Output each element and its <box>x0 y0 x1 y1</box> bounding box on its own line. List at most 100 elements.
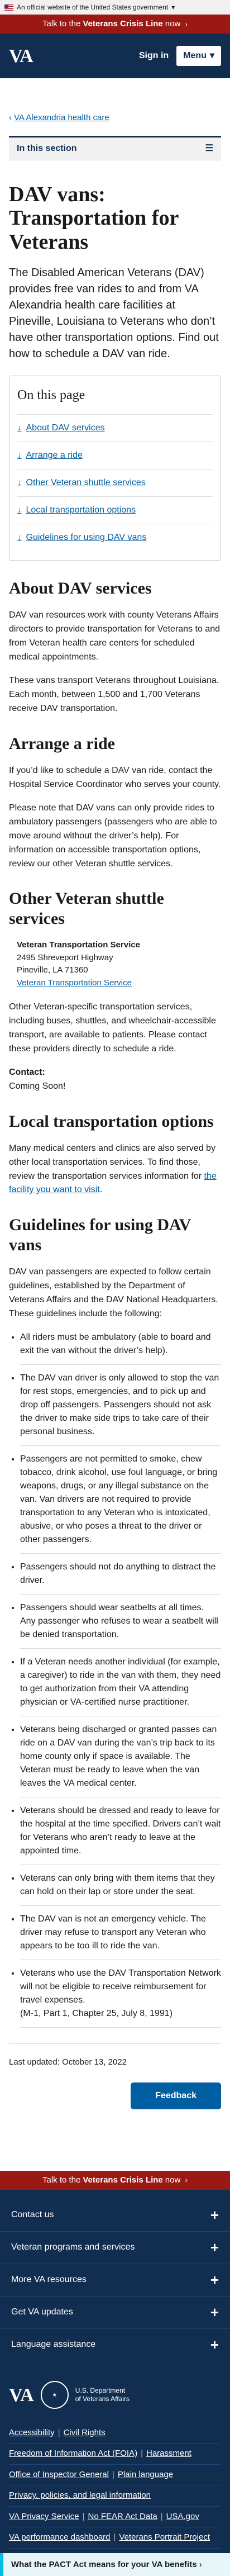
footer-link[interactable]: Freedom of Information Act (FOIA) <box>9 2449 137 2458</box>
last-updated: Last updated: October 13, 2022 <box>9 2043 221 2069</box>
chevron-down-icon: ▾ <box>209 51 214 60</box>
guideline-item: Veterans being discharged or granted pas… <box>20 1723 221 1798</box>
guideline-item: Passengers should not do anything to dis… <box>20 1560 221 1595</box>
va-seal-icon: ★ <box>40 2381 69 2409</box>
arrow-down-icon: ↓ <box>17 450 22 460</box>
pact-act-banner[interactable]: What the PACT Act means for your VA bene… <box>0 2553 230 2576</box>
footer-section-label: Contact us <box>11 2210 54 2220</box>
footer-link[interactable]: No FEAR Act Data <box>88 2512 157 2521</box>
chevron-right-icon: › <box>185 2175 188 2185</box>
guidelines-heading: Guidelines for using DAV vans <box>9 1216 191 1255</box>
gov-banner[interactable]: An official website of the United States… <box>0 0 230 15</box>
guideline-item: All riders must be ambulatory (able to b… <box>20 1331 221 1365</box>
footer-section-language[interactable]: Language assistance + <box>0 2328 230 2361</box>
footer-link[interactable]: Accessibility <box>9 2428 55 2437</box>
guideline-item: If a Veteran needs another individual (f… <box>20 1655 221 1717</box>
footer-link[interactable]: Civil Rights <box>64 2428 106 2437</box>
breadcrumb: ‹ VA Alexandria health care <box>0 78 230 136</box>
footer-crisis-line-bar[interactable]: Talk to the Veterans Crisis Line now › <box>0 2170 230 2190</box>
about-heading: About DAV services <box>9 579 152 598</box>
crisis-suffix: now <box>165 18 181 29</box>
crisis-prefix: Talk to the <box>42 2175 81 2185</box>
hamburger-icon: ☰ <box>205 143 213 153</box>
footer-link[interactable]: Privacy, policies, and legal information <box>9 2490 151 2500</box>
guideline-item: Passengers should wear seatbelts at all … <box>20 1601 221 1649</box>
feedback-button[interactable]: Feedback <box>131 2082 221 2109</box>
arrange-heading: Arrange a ride <box>9 734 115 753</box>
local-heading: Local transportation options <box>9 1112 214 1131</box>
footer-section-programs[interactable]: Veteran programs and services + <box>0 2231 230 2264</box>
menu-button[interactable]: Menu ▾ <box>176 46 221 66</box>
section-nav-label: In this section <box>17 143 77 153</box>
guideline-item: The DAV van is not an emergency vehicle.… <box>20 1913 221 1961</box>
footer-link[interactable]: USA.gov <box>166 2512 199 2521</box>
guideline-item: The DAV van driver is only allowed to st… <box>20 1372 221 1446</box>
page-intro: The Disabled American Veterans (DAV) pro… <box>9 267 219 360</box>
otp-link-label: Other Veteran shuttle services <box>26 478 146 488</box>
guideline-item: Veterans who use the DAV Transportation … <box>20 1967 221 2028</box>
otp-link-about[interactable]: ↓ About DAV services <box>17 421 213 435</box>
service-address: Veteran Transportation Service 2495 Shre… <box>17 939 221 989</box>
section-nav-toggle[interactable]: In this section ☰ <box>9 135 221 160</box>
crisis-line-bar[interactable]: Talk to the Veterans Crisis Line now › <box>0 15 230 34</box>
chevron-right-icon: › <box>185 19 188 29</box>
about-p2: These vans transport Veterans throughout… <box>9 676 219 713</box>
local-p1-end: . <box>99 1185 103 1195</box>
footer-section-label: Language assistance <box>11 2340 96 2350</box>
main-content: DAV vans: Transportation for Veterans Th… <box>0 183 230 2109</box>
footer-link[interactable]: Veterans Portrait Project <box>119 2532 210 2542</box>
otp-link-label: Arrange a ride <box>26 450 83 461</box>
guideline-item: Veterans can only bring with them items … <box>20 1872 221 1906</box>
menu-label: Menu <box>183 51 207 60</box>
otp-link-label: Local transportation options <box>26 505 136 515</box>
other-p1: Other Veteran-specific transportation se… <box>9 1002 216 1054</box>
service-address1: 2495 Shreveport Highway <box>17 952 113 962</box>
crisis-prefix: Talk to the <box>42 18 81 29</box>
page-title: DAV vans: Transportation for Veterans <box>9 182 179 254</box>
arrow-down-icon: ↓ <box>17 532 22 542</box>
footer-va-logo: VA <box>9 2384 34 2406</box>
site-header: VA Sign in Menu ▾ <box>0 34 230 78</box>
footer-section-label: Get VA updates <box>11 2307 73 2317</box>
plus-icon: + <box>210 2271 219 2288</box>
footer-link[interactable]: VA Privacy Service <box>9 2512 79 2521</box>
footer-section-contact[interactable]: Contact us + <box>0 2198 230 2231</box>
about-p1: DAV van resources work with county Veter… <box>9 610 220 662</box>
footer-section-updates[interactable]: Get VA updates + <box>0 2295 230 2328</box>
breadcrumb-link[interactable]: VA Alexandria health care <box>14 113 109 122</box>
otp-link-other[interactable]: ↓ Other Veteran shuttle services <box>17 476 213 490</box>
guidelines-list: All riders must be ambulatory (able to b… <box>9 1331 221 2028</box>
footer-section-resources[interactable]: More VA resources + <box>0 2263 230 2296</box>
otp-link-arrange[interactable]: ↓ Arrange a ride <box>17 449 213 462</box>
va-logo[interactable]: VA <box>9 42 33 70</box>
crisis-suffix: now <box>165 2175 181 2185</box>
guideline-item: Passengers are not permitted to smoke, c… <box>20 1453 221 1554</box>
on-this-page: On this page ↓ About DAV services ↓ Arrang… <box>9 376 221 561</box>
arrow-down-icon: ↓ <box>17 423 22 433</box>
otp-link-label: About DAV services <box>26 423 105 433</box>
guideline-item: Veterans should be dressed and ready to … <box>20 1804 221 1866</box>
sign-in-link[interactable]: Sign in <box>139 49 169 63</box>
on-this-page-heading: On this page <box>17 388 85 403</box>
site-footer: Talk to the Veterans Crisis Line now › C… <box>0 2170 230 2576</box>
service-address2: Pineville, LA 71360 <box>17 965 88 975</box>
crisis-emph: Veterans Crisis Line <box>83 18 163 29</box>
guidelines-intro: DAV van passengers are expected to follo… <box>9 1267 218 1318</box>
gov-banner-text: An official website of the United States… <box>17 3 169 11</box>
footer-logo[interactable]: VA ★ U.S. Department of Veterans Affairs <box>0 2361 230 2423</box>
footer-link[interactable]: Harassment <box>146 2449 191 2458</box>
service-link[interactable]: Veteran Transportation Service <box>17 978 132 988</box>
otp-link-guidelines[interactable]: ↓ Guidelines for using DAV vans <box>17 531 213 544</box>
footer-section-label: Veteran programs and services <box>11 2242 135 2252</box>
footer-section-label: More VA resources <box>11 2275 87 2285</box>
contact-label: Contact: <box>9 1068 45 1078</box>
dept-line2: of Veterans Affairs <box>75 2395 130 2403</box>
footer-link[interactable]: VA performance dashboard <box>9 2532 111 2542</box>
arrow-down-icon: ↓ <box>17 477 22 487</box>
footer-link[interactable]: Office of Inspector General <box>9 2470 109 2479</box>
footer-links: Accessibility | Civil Rights Freedom of In… <box>0 2423 230 2553</box>
contact-value: Coming Soon! <box>9 1081 66 1092</box>
plus-icon: + <box>210 2336 219 2353</box>
otp-link-local[interactable]: ↓ Local transportation options <box>17 504 213 517</box>
footer-link[interactable]: Plain language <box>118 2470 173 2479</box>
